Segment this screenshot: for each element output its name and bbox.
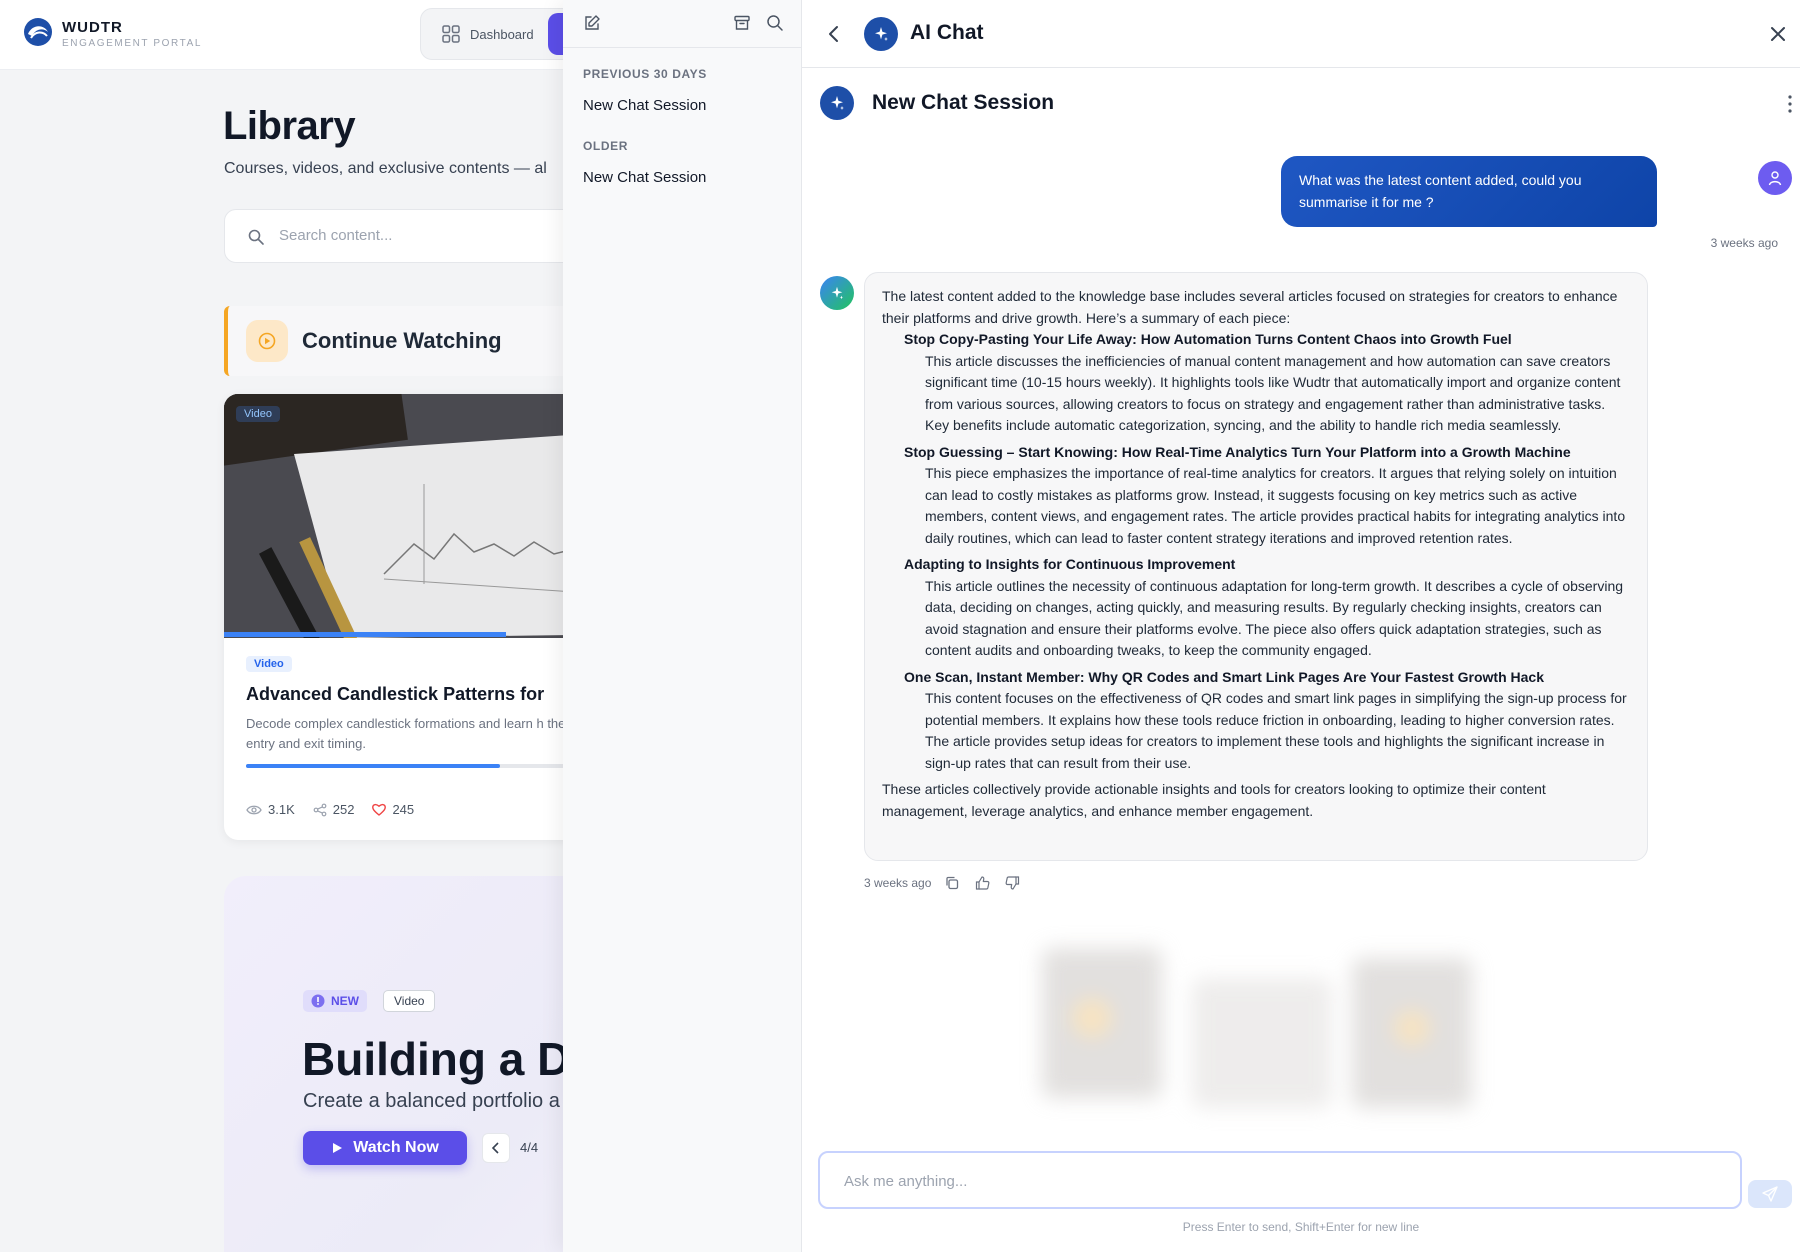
shares-stat[interactable]: 252 <box>313 802 355 817</box>
thumbs-up-icon <box>975 876 990 890</box>
ai-avatar <box>820 276 854 310</box>
new-badge: NEW <box>303 990 367 1012</box>
edit-icon <box>585 15 600 30</box>
back-chevron-icon[interactable] <box>822 22 846 46</box>
send-button[interactable] <box>1748 1180 1792 1208</box>
more-vertical-icon[interactable] <box>1782 92 1798 116</box>
nav-dashboard[interactable]: Dashboard <box>442 22 534 46</box>
sparkles-icon <box>831 96 844 110</box>
hero-subtitle: Create a balanced portfolio a <box>303 1090 560 1112</box>
likes-count: 245 <box>392 802 415 817</box>
thumbs-down-button[interactable] <box>1003 874 1021 892</box>
ai-outro: These articles collectively provide acti… <box>882 781 1546 819</box>
thumbnail-type-badge: Video <box>236 406 280 422</box>
session-group-heading: PREVIOUS 30 DAYS <box>583 67 707 81</box>
chat-sessions-sidebar: PREVIOUS 30 DAYS New Chat Session OLDER … <box>563 0 802 1252</box>
ai-message-time: 3 weeks ago <box>864 876 932 890</box>
composer-hint: Press Enter to send, Shift+Enter for new… <box>1182 1220 1420 1234</box>
copy-icon <box>946 876 959 890</box>
search-icon <box>767 15 783 31</box>
continue-watching-title: Continue Watching <box>302 328 502 353</box>
brand-subtitle: ENGAGEMENT PORTAL <box>62 38 203 49</box>
close-icon[interactable] <box>1766 22 1790 46</box>
summary-item-title: Stop Copy-Pasting Your Life Away: How Au… <box>904 331 1512 347</box>
summary-item-body: This article discusses the inefficiencie… <box>925 352 1621 434</box>
page-subtitle: Courses, videos, and exclusive contents … <box>224 160 547 177</box>
archive-icon <box>734 15 750 30</box>
copy-button[interactable] <box>943 874 961 892</box>
hero-page-indicator: 4/4 <box>520 1140 539 1155</box>
ai-summary-item: Stop Guessing – Start Knowing: How Real-… <box>904 442 1630 550</box>
new-badge-label: NEW <box>331 994 359 1008</box>
dashboard-icon <box>442 25 460 43</box>
ai-summary-item: One Scan, Instant Member: Why QR Codes a… <box>904 667 1630 775</box>
ai-message: The latest content added to the knowledg… <box>864 272 1648 861</box>
card-stats: 3.1K 252 245 <box>246 802 414 817</box>
watch-now-button[interactable]: Watch Now <box>303 1131 467 1165</box>
summary-item-body: This content focuses on the effectivenes… <box>925 690 1627 771</box>
session-item[interactable]: New Chat Session <box>583 97 783 114</box>
card-progress-fill <box>246 764 500 768</box>
summary-item-title: One Scan, Instant Member: Why QR Codes a… <box>904 668 1545 685</box>
ai-message-meta: 3 weeks ago <box>864 874 1021 892</box>
ai-summary-item: Adapting to Insights for Continuous Impr… <box>904 554 1630 662</box>
session-group-heading: OLDER <box>583 139 628 153</box>
card-title: Advanced Candlestick Patterns for <box>246 684 545 704</box>
session-item[interactable]: New Chat Session <box>583 169 783 186</box>
likes-stat[interactable]: 245 <box>372 802 414 817</box>
heart-icon <box>372 803 387 816</box>
user-message-time: 3 weeks ago <box>1710 236 1778 250</box>
summary-item-body: This piece emphasizes the importance of … <box>925 465 1626 546</box>
user-avatar <box>1758 161 1792 195</box>
page-title: Library <box>223 104 356 148</box>
chat-input-box[interactable] <box>818 1151 1742 1209</box>
summary-item-body: This article outlines the necessity of c… <box>925 577 1624 659</box>
sparkles-icon <box>875 27 888 41</box>
new-chat-button[interactable] <box>581 12 603 34</box>
shares-count: 252 <box>332 802 355 817</box>
search-icon <box>248 229 264 245</box>
ai-chat-panel: AI Chat New Chat Session What was the la… <box>802 0 1800 1252</box>
brand-name: WUDTR <box>62 19 123 36</box>
chat-header: AI Chat <box>802 0 1800 68</box>
user-message: What was the latest content added, could… <box>1281 156 1657 227</box>
eye-icon <box>246 805 262 814</box>
play-icon <box>333 1143 343 1153</box>
blurred-background-content <box>1042 948 1472 1108</box>
views-stat: 3.1K <box>246 802 295 817</box>
summary-item-title: Stop Guessing – Start Knowing: How Real-… <box>904 443 1571 460</box>
session-logo <box>820 86 854 120</box>
session-title: New Chat Session <box>872 91 1055 114</box>
ai-summary-item: Stop Copy-Pasting Your Life Away: How Au… <box>904 329 1630 437</box>
send-icon <box>1762 1186 1778 1202</box>
play-circle-icon <box>246 320 288 362</box>
summary-item-title: Adapting to Insights for Continuous Impr… <box>904 556 1236 572</box>
sparkles-icon <box>831 286 844 300</box>
user-icon <box>1768 171 1782 186</box>
brand-logo[interactable] <box>22 16 54 48</box>
thumbs-down-icon <box>1005 876 1019 890</box>
search-sessions-button[interactable] <box>764 12 786 34</box>
chat-title: AI Chat <box>910 21 984 44</box>
new-badge-icon <box>311 994 325 1008</box>
hero-title: Building a Di <box>302 1033 584 1085</box>
library-search-placeholder: Search content... <box>279 227 393 244</box>
thumbs-up-button[interactable] <box>973 874 991 892</box>
archive-button[interactable] <box>731 12 753 34</box>
hero-prev-button[interactable] <box>482 1133 510 1163</box>
sessions-toolbar <box>563 0 802 48</box>
watch-now-label: Watch Now <box>353 1139 439 1156</box>
chat-input[interactable] <box>844 1169 1704 1193</box>
chevron-left-icon <box>491 1142 499 1154</box>
nav-dashboard-label: Dashboard <box>470 26 534 42</box>
ai-summary-list: Stop Copy-Pasting Your Life Away: How Au… <box>904 329 1630 774</box>
thumbnail-progress-bar <box>224 632 506 637</box>
hero-type-badge: Video <box>383 990 436 1012</box>
views-count: 3.1K <box>268 802 295 817</box>
ai-chat-logo <box>864 17 898 51</box>
share-icon <box>313 803 327 816</box>
ai-intro: The latest content added to the knowledg… <box>882 288 1618 326</box>
content-type-badge: Video <box>246 656 292 672</box>
